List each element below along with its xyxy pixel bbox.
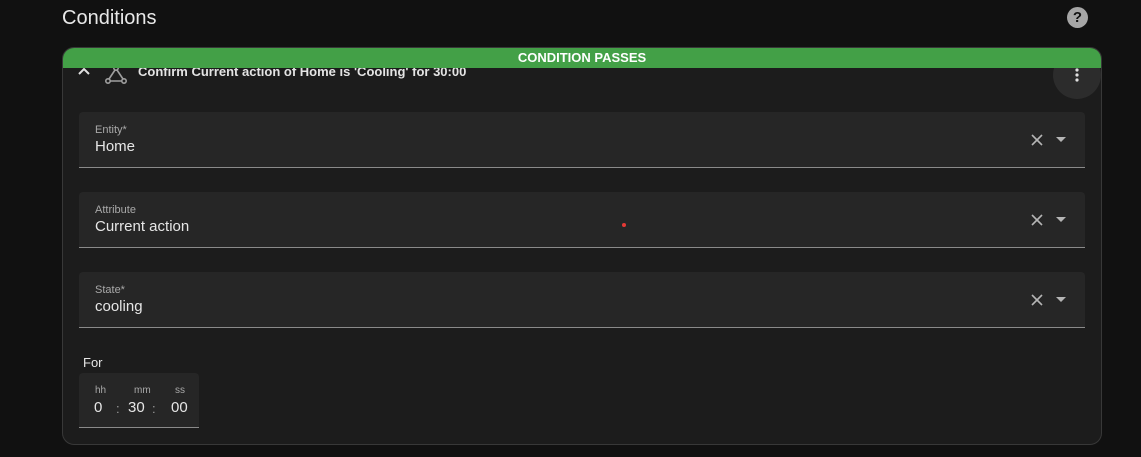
- entity-field[interactable]: Entity* Home: [79, 112, 1085, 168]
- state-field-label: State*: [95, 284, 125, 296]
- attribute-field-label: Attribute: [95, 204, 136, 216]
- help-icon[interactable]: ?: [1067, 7, 1088, 28]
- state-field-value[interactable]: cooling: [95, 298, 143, 315]
- section-title: Conditions: [62, 7, 157, 29]
- entity-field-value[interactable]: Home: [95, 138, 135, 155]
- state-field[interactable]: State* cooling: [79, 272, 1085, 328]
- time-separator: :: [116, 401, 120, 416]
- dropdown-arrow-icon[interactable]: [1056, 297, 1066, 302]
- clear-icon[interactable]: [1030, 133, 1044, 147]
- dropdown-arrow-icon[interactable]: [1056, 217, 1066, 222]
- dots-vertical-icon: [1075, 68, 1079, 82]
- seconds-label: ss: [175, 385, 185, 396]
- dropdown-arrow-icon[interactable]: [1056, 137, 1066, 142]
- time-separator: :: [152, 401, 156, 416]
- duration-input[interactable]: hh mm ss 0 : 30 : 00: [79, 373, 199, 428]
- condition-card: CONDITION PASSES Confirm Current action …: [62, 47, 1102, 445]
- minutes-input[interactable]: 30: [128, 399, 145, 416]
- hours-label: hh: [95, 385, 107, 396]
- attribute-field[interactable]: Attribute Current action: [79, 192, 1085, 248]
- cursor-dot: [622, 223, 626, 227]
- hours-input[interactable]: 0: [94, 399, 102, 416]
- attribute-field-value[interactable]: Current action: [95, 218, 189, 235]
- clear-icon[interactable]: [1030, 293, 1044, 307]
- conditions-page: Conditions ? CONDITION PASSES Confirm Cu…: [0, 0, 1141, 457]
- minutes-label: mm: [134, 385, 151, 396]
- condition-status-banner: CONDITION PASSES: [63, 48, 1101, 68]
- for-label: For: [83, 355, 103, 370]
- seconds-input[interactable]: 00: [171, 399, 188, 416]
- clear-icon[interactable]: [1030, 213, 1044, 227]
- entity-field-label: Entity*: [95, 124, 127, 136]
